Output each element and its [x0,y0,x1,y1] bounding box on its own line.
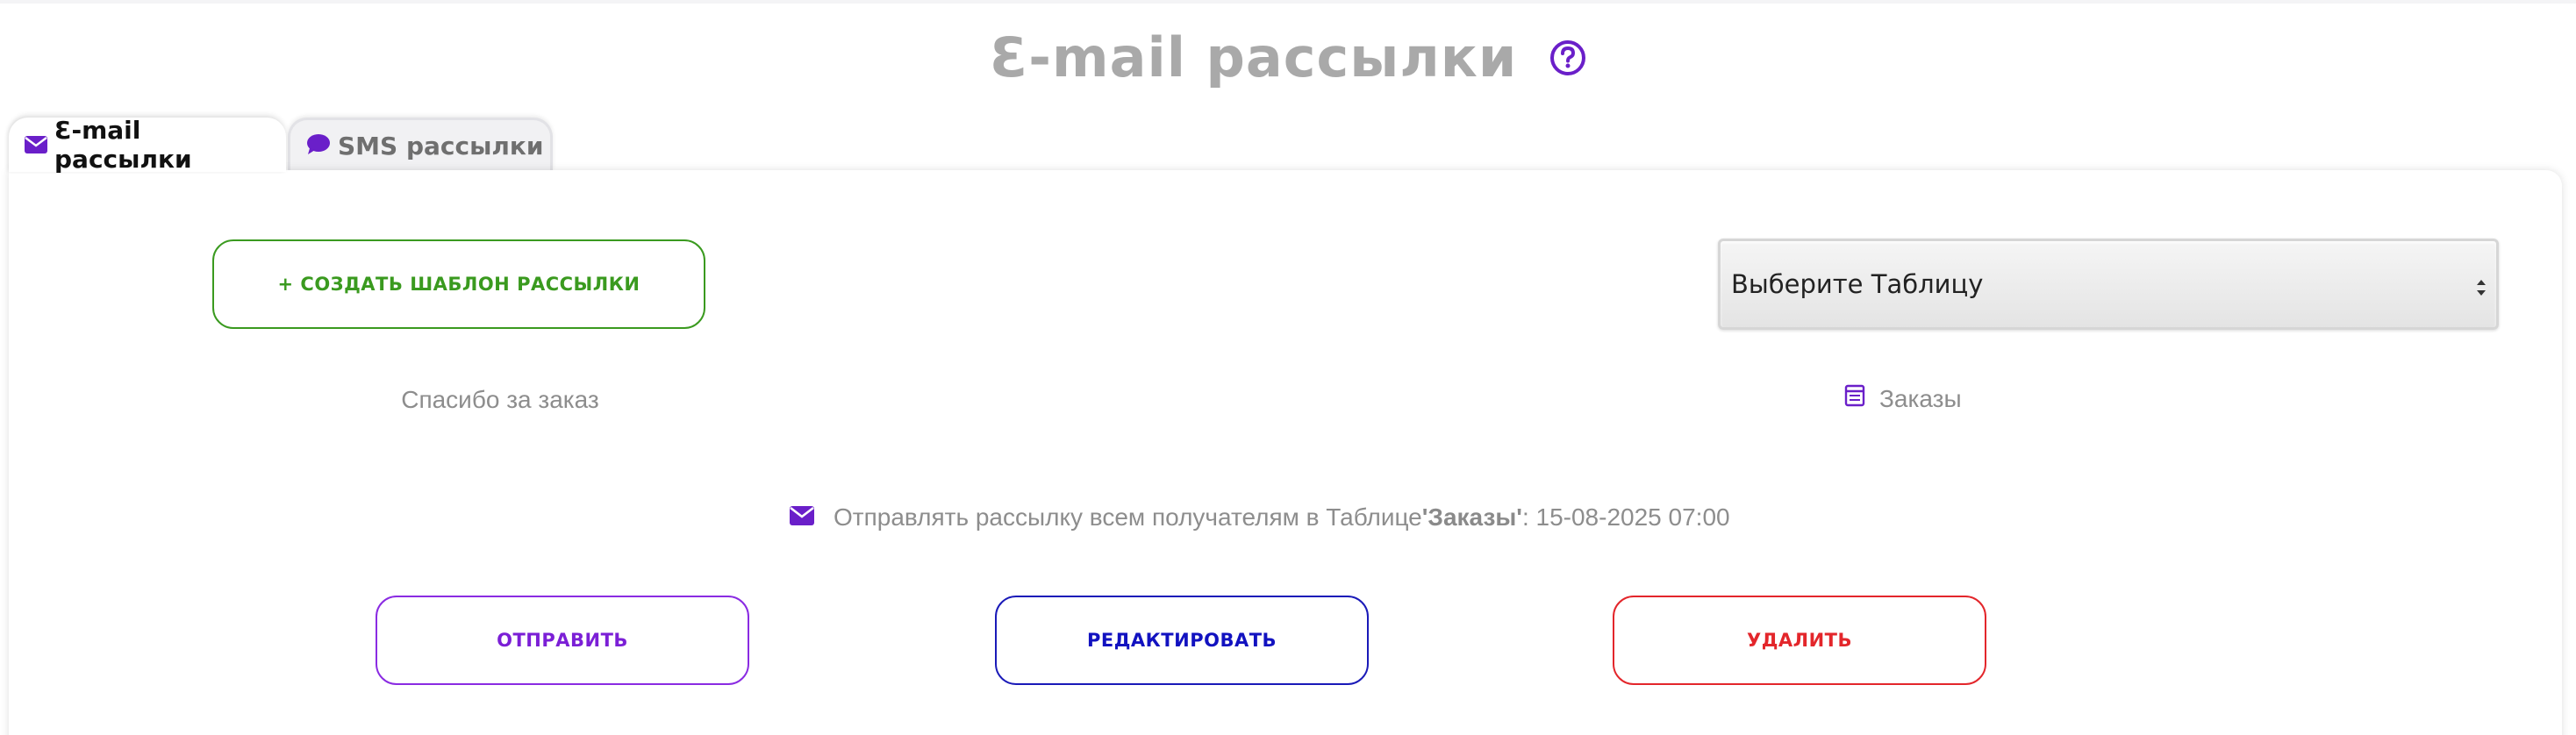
template-table-name: Заказы [1879,384,1962,412]
select-arrows-icon [2475,275,2487,296]
schedule-prefix: Отправлять рассылку всем получателям в Т… [834,503,1422,531]
schedule-envelope-icon [790,503,814,532]
send-button[interactable]: Отправить [376,596,749,685]
help-question-icon[interactable] [1549,25,1586,91]
template-name: Спасибо за заказ [401,386,599,413]
envelope-icon [25,131,47,160]
page-title: Ɛ-mail рассылки [0,25,2576,91]
schedule-table: 'Заказы' [1421,503,1522,531]
table-select-value: Выберите Таблицу [1731,269,1984,299]
tab-email[interactable]: Ɛ-mail рассылки [9,116,286,174]
delete-button[interactable]: Удалить [1613,596,1986,685]
tab-sms-label: SMS рассылки [338,132,544,161]
create-template-label: + Создать шаблон рассылки [277,274,640,295]
delete-label: Удалить [1747,630,1852,651]
table-select[interactable]: Выберите Таблицу [1718,239,2499,330]
mailing-card: + Создать шаблон рассылки Выберите Табли… [9,170,2562,735]
create-template-button[interactable]: + Создать шаблон рассылки [212,239,705,329]
page-title-text: Ɛ-mail рассылки [990,25,1518,89]
edit-button[interactable]: Редактировать [995,596,1369,685]
template-table: Заказы [1844,384,1962,413]
send-label: Отправить [497,630,628,651]
tab-sms[interactable]: SMS рассылки [288,118,553,172]
schedule-info: Отправлять рассылку всем получателям в Т… [790,503,1730,532]
chat-bubble-icon [306,132,331,161]
top-border [0,0,2576,4]
table-icon [1844,384,1865,413]
schedule-datetime: : 15-08-2025 07:00 [1521,503,1730,531]
tab-email-label: Ɛ-mail рассылки [54,116,192,174]
edit-label: Редактировать [1086,630,1277,651]
